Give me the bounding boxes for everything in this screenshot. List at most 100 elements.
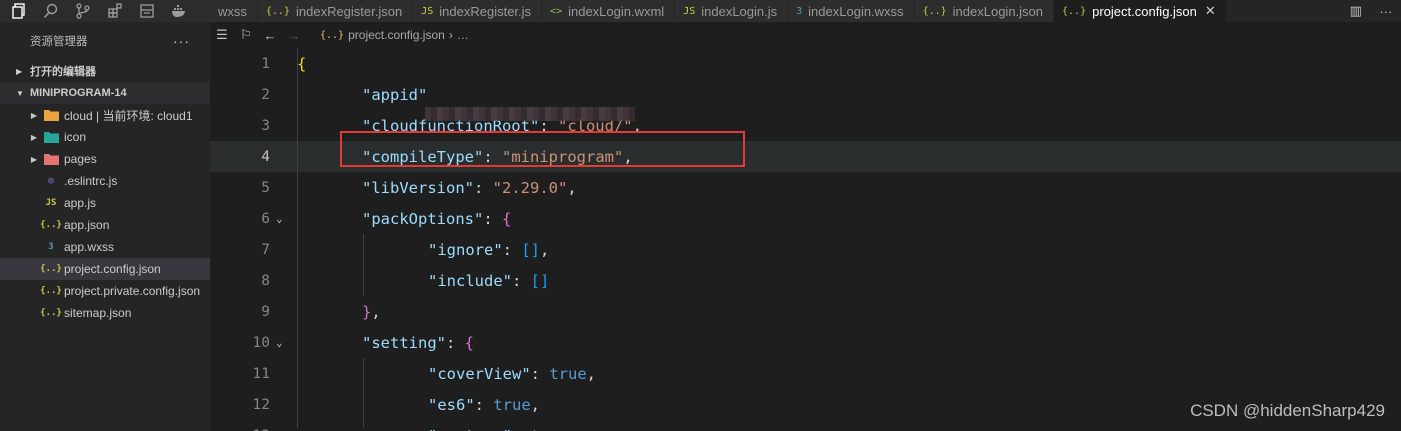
- panel-icon[interactable]: [138, 2, 156, 20]
- code-token: :: [473, 178, 493, 197]
- tree-file[interactable]: 3 app.wxss: [0, 236, 210, 258]
- breadcrumb[interactable]: {..} project.config.json › …: [320, 28, 469, 42]
- code-line: 13 "postcss": true,: [210, 420, 1401, 431]
- code-line: 7 "ignore": [],: [210, 234, 1401, 265]
- code-token: :: [512, 427, 531, 431]
- tree-file[interactable]: ◎ .eslintrc.js: [0, 170, 210, 192]
- chevron-right-icon: ▶: [30, 110, 38, 120]
- folder-icon: [43, 152, 59, 166]
- tree-folder[interactable]: ▶ icon: [0, 126, 210, 148]
- tree-item-label: .eslintrc.js: [64, 174, 118, 188]
- tree-file[interactable]: {..} sitemap.json: [0, 302, 210, 324]
- more-icon[interactable]: ···: [173, 33, 190, 49]
- tab-5[interactable]: 3 indexLogin.wxss: [788, 0, 915, 22]
- line-number: 13: [210, 428, 270, 431]
- code-token: ,: [586, 364, 596, 383]
- code-token: true: [493, 395, 531, 414]
- code-token: :: [530, 364, 550, 383]
- close-icon[interactable]: ✕: [1205, 3, 1216, 19]
- folder-icon: [43, 108, 59, 122]
- code-line: 5 "libVersion": "2.29.0",: [210, 172, 1401, 203]
- code-token: ,: [567, 178, 577, 197]
- file-type-icon: {..}: [40, 264, 62, 274]
- code-text: "libVersion": "2.29.0",: [362, 179, 577, 197]
- files-icon[interactable]: [10, 2, 28, 20]
- indent-guide: [363, 234, 364, 296]
- breadcrumb-separator: ›: [448, 28, 453, 42]
- tab-label: indexRegister.js: [439, 3, 532, 19]
- code-token: ,: [530, 395, 541, 414]
- code-token: "coverView": [428, 364, 531, 383]
- tree-file[interactable]: JS app.js: [0, 192, 210, 214]
- code-area[interactable]: 13"postcss": true,12"es6": true,11"cover…: [210, 48, 1401, 431]
- forward-arrow-icon[interactable]: →: [282, 28, 306, 43]
- code-text: "include": []: [428, 272, 549, 290]
- tab-7[interactable]: {..} project.config.json ✕: [1054, 0, 1227, 22]
- code-text: },: [362, 303, 381, 321]
- code-token: "packOptions": [362, 209, 484, 228]
- tree-item-label: project.private.config.json: [64, 284, 201, 298]
- line-number: 9: [261, 303, 270, 320]
- code-token: []: [521, 240, 540, 259]
- code-token: []: [530, 271, 550, 290]
- tab-6[interactable]: {..} indexLogin.json: [914, 0, 1055, 22]
- file-type-icon: ◎: [48, 176, 54, 186]
- search-icon[interactable]: [42, 2, 60, 20]
- tree-folder[interactable]: ▶ pages: [0, 148, 210, 170]
- tab-label: indexRegister.json: [295, 3, 403, 19]
- extensions-icon[interactable]: [106, 2, 124, 20]
- project-section[interactable]: ▼ MINIPROGRAM-14: [0, 82, 210, 104]
- title-bar: wxss {..} indexRegister.json JS indexRegiste…: [0, 0, 1401, 22]
- tree-file[interactable]: {..} app.json: [0, 214, 210, 236]
- indent-guide: [297, 48, 298, 428]
- code-line: 8 "include": []: [210, 265, 1401, 296]
- code-token: :: [483, 209, 502, 228]
- split-editor-icon[interactable]: ▥: [1350, 3, 1362, 19]
- file-type-icon: JS: [683, 5, 696, 17]
- file-type-icon: 3: [48, 242, 54, 252]
- tab-1[interactable]: {..} indexRegister.json: [257, 0, 414, 22]
- line-number: 1: [261, 55, 270, 72]
- code-token: :: [502, 240, 522, 259]
- tree-file[interactable]: {..} project.config.json: [0, 258, 210, 280]
- explorer-header: 资源管理器 ···: [0, 22, 210, 60]
- code-line: 2 "appid": [210, 79, 1401, 110]
- code-line: 9},: [210, 296, 1401, 327]
- docker-icon[interactable]: [170, 2, 188, 20]
- activity-bar: [0, 0, 210, 22]
- code-token: }: [362, 302, 372, 321]
- outline-icon[interactable]: ☰: [210, 27, 234, 43]
- code-token: "es6": [428, 395, 475, 414]
- code-token: "appid": [362, 85, 428, 104]
- code-text: "postcss": true,: [428, 427, 577, 431]
- chevron-down-icon: ▼: [16, 88, 24, 98]
- file-type-icon: JS: [421, 5, 434, 17]
- tree-folder[interactable]: ▶ cloud | 当前环境: cloud1: [0, 104, 210, 126]
- explorer-title: 资源管理器: [30, 36, 88, 48]
- back-arrow-icon[interactable]: ←: [258, 28, 282, 43]
- code-token: true: [531, 427, 568, 431]
- file-tree: ▶ cloud | 当前环境: cloud1 ▶ icon ▶ pages ◎ .eslint…: [0, 104, 210, 324]
- tree-item-label: app.wxss: [64, 240, 115, 254]
- file-type-icon: {..}: [40, 220, 62, 230]
- bookmark-icon[interactable]: ⚐: [234, 27, 258, 43]
- line-number: 10: [252, 334, 270, 351]
- tab-2[interactable]: JS indexRegister.js: [413, 0, 543, 22]
- fold-chevron-icon[interactable]: ⌄: [276, 212, 283, 225]
- file-type-icon: {..}: [922, 5, 947, 17]
- tab-3[interactable]: <> indexLogin.wxml: [542, 0, 676, 22]
- tree-item-label: pages: [64, 152, 97, 166]
- more-actions-icon[interactable]: ···: [1379, 4, 1392, 19]
- tab-4[interactable]: JS indexLogin.js: [675, 0, 789, 22]
- code-token: true: [549, 364, 587, 383]
- source-control-icon[interactable]: [74, 2, 92, 20]
- code-token: "ignore": [428, 240, 503, 259]
- tab-label: indexLogin.json: [952, 3, 1044, 19]
- open-editors-section[interactable]: ▶ 打开的编辑器: [0, 60, 210, 82]
- tree-file[interactable]: {..} project.private.config.json: [0, 280, 210, 302]
- line-number: 3: [261, 117, 270, 134]
- fold-chevron-icon[interactable]: ⌄: [276, 336, 283, 349]
- tab-0[interactable]: wxss: [210, 0, 258, 22]
- code-token: {: [502, 209, 512, 228]
- code-editor: ☰ ⚐ ← → {..} project.config.json › … 13"…: [210, 22, 1401, 431]
